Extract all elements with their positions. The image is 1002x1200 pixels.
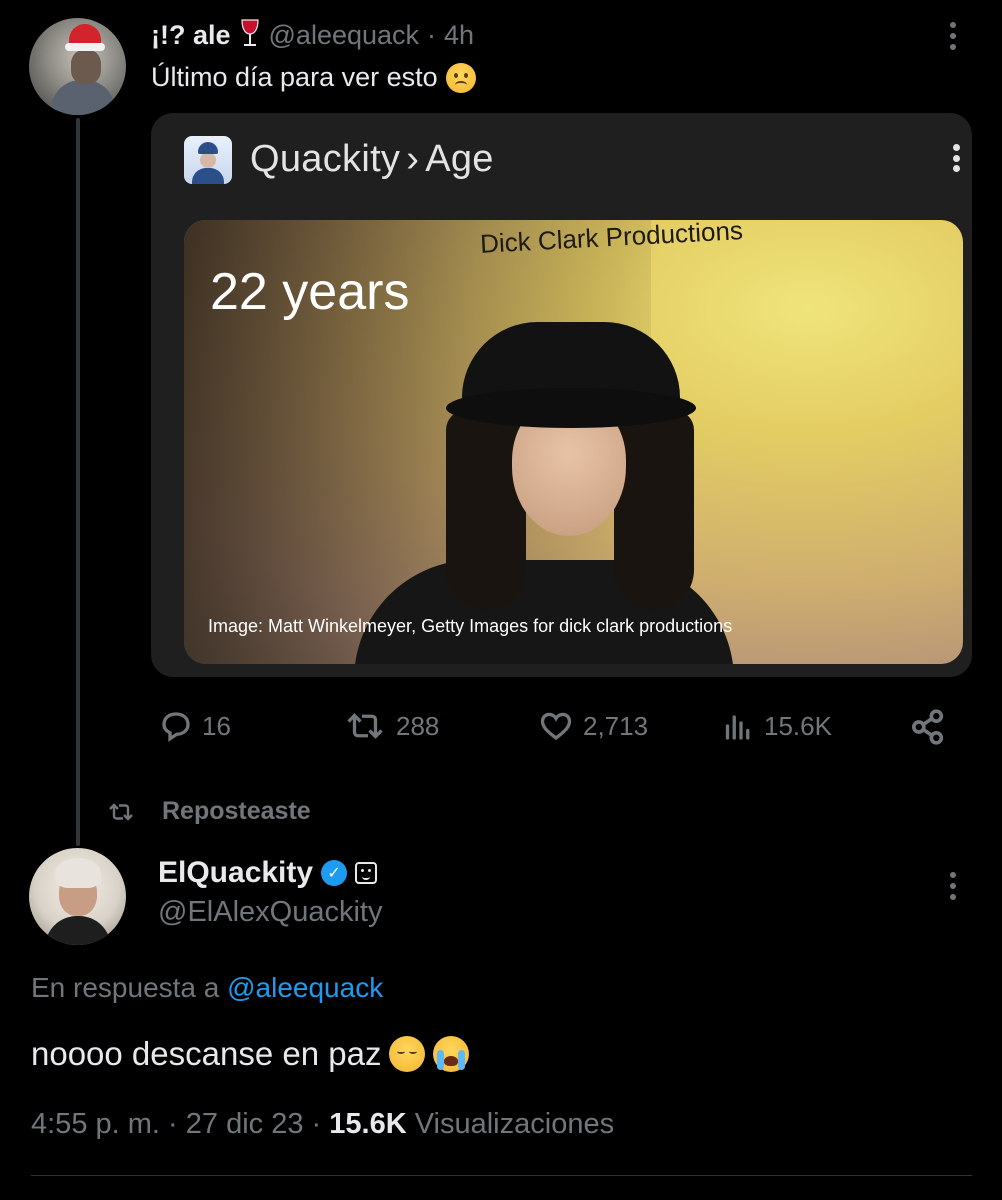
- avatar[interactable]: [29, 18, 126, 115]
- age-text: 22 years: [210, 263, 410, 321]
- repost-icon: [109, 802, 133, 821]
- chevron-right-icon: ›: [406, 138, 420, 180]
- like-button[interactable]: 2,713: [537, 708, 648, 744]
- more-options-icon[interactable]: [949, 872, 957, 900]
- card-title: Quackity › Age: [250, 138, 494, 181]
- meta-separator: ·: [311, 1108, 322, 1140]
- share-button[interactable]: [908, 707, 948, 747]
- avatar[interactable]: [29, 848, 126, 945]
- profile-thumbnail: [184, 136, 232, 184]
- reply-body: noooo descanse en paz: [31, 1035, 382, 1072]
- automated-account-icon[interactable]: [355, 862, 378, 884]
- wine-glass-icon: [239, 18, 261, 53]
- card-title-topic: Age: [425, 138, 494, 180]
- reply-author-name[interactable]: ElQuackity: [158, 856, 313, 890]
- tweet-header: ¡!? ale @aleequack · 4h: [151, 18, 474, 53]
- reply-count: 16: [202, 710, 231, 741]
- repost-icon: [347, 713, 383, 739]
- card-title-subject: Quackity: [250, 138, 401, 180]
- repost-indicator: Reposteaste: [106, 797, 311, 826]
- meta-separator: ·: [168, 1108, 178, 1140]
- tweet-text: Último día para ver esto: [151, 62, 476, 93]
- frowning-face-icon: [445, 62, 476, 93]
- reply-author-handle[interactable]: @ElAlexQuackity: [158, 896, 382, 929]
- reply-prefix: En respuesta a: [31, 972, 220, 1003]
- reply-views-label: Visualizaciones: [414, 1108, 615, 1140]
- heart-icon: [540, 712, 572, 741]
- tweet-body: Último día para ver esto: [151, 62, 438, 92]
- timestamp[interactable]: 4h: [444, 20, 474, 51]
- share-icon: [912, 709, 944, 745]
- reply-views-count: 15.6K: [329, 1108, 407, 1140]
- card-photo[interactable]: Dick Clark Productions 22 years Image: M…: [184, 220, 963, 664]
- reply-text: noooo descanse en paz: [31, 1035, 470, 1073]
- more-options-icon[interactable]: [949, 22, 957, 50]
- views-icon: [725, 715, 750, 740]
- time-separator: ·: [427, 20, 437, 50]
- reply-author: ElQuackity ✓: [158, 856, 378, 890]
- verified-badge-icon[interactable]: ✓: [321, 860, 348, 886]
- image-credit: Image: Matt Winkelmeyer, Getty Images fo…: [208, 616, 733, 636]
- reply-icon: [162, 712, 190, 742]
- repost-button[interactable]: 288: [342, 708, 439, 744]
- reply-date[interactable]: 27 dic 23: [186, 1108, 304, 1140]
- views-count: 15.6K: [764, 710, 832, 741]
- thread-line: [76, 118, 80, 846]
- author-handle[interactable]: @aleequack: [269, 20, 420, 51]
- crying-face-icon: [433, 1036, 470, 1072]
- reply-mention-link[interactable]: @aleequack: [227, 972, 383, 1003]
- reply-time[interactable]: 4:55 p. m.: [31, 1108, 160, 1140]
- views-button[interactable]: 15.6K: [720, 708, 832, 744]
- repost-label[interactable]: Reposteaste: [162, 797, 311, 826]
- reply-button[interactable]: 16: [158, 708, 231, 744]
- reply-meta: 4:55 p. m. · 27 dic 23 · 15.6K Visualiza…: [31, 1108, 614, 1141]
- author-name[interactable]: ¡!? ale: [151, 20, 231, 51]
- like-count: 2,713: [583, 710, 649, 741]
- reply-context: En respuesta a @aleequack: [31, 972, 383, 1004]
- repost-count: 288: [396, 710, 440, 741]
- divider: [31, 1175, 972, 1176]
- pensive-face-icon: [389, 1036, 426, 1072]
- card-more-icon: [952, 144, 960, 172]
